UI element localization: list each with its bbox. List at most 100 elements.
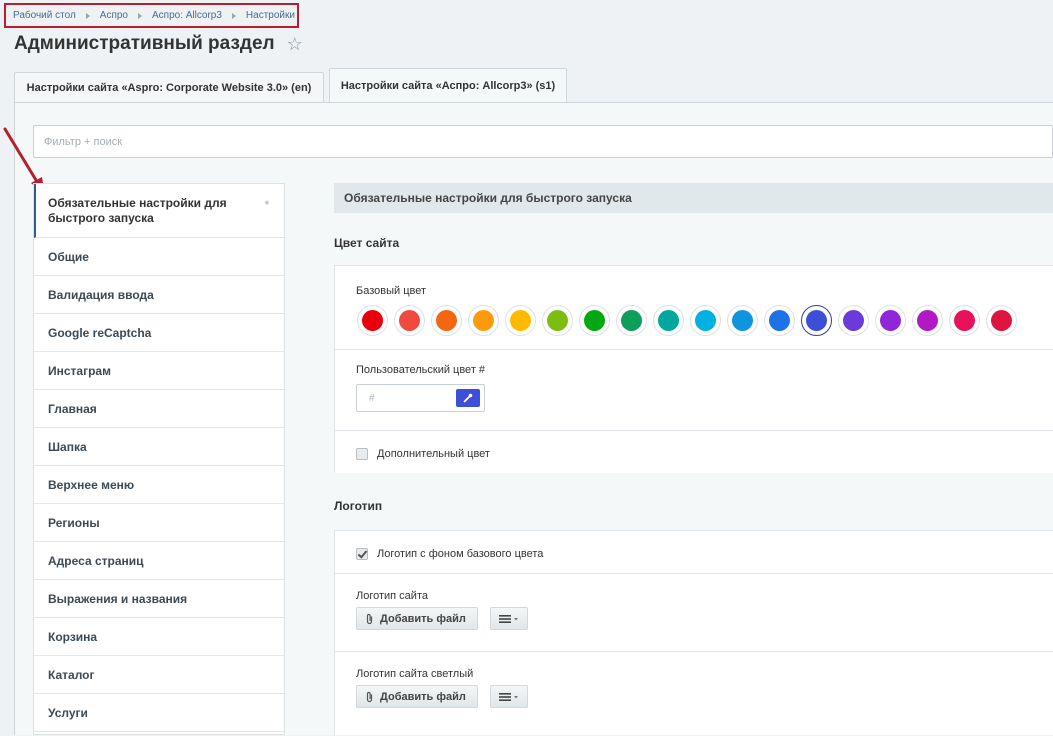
color-swatch-dot xyxy=(510,310,531,331)
sidebar-item-input-validation[interactable]: Валидация ввода xyxy=(34,276,284,314)
filter-search-input[interactable] xyxy=(42,134,1052,149)
site-logo-label: Логотип сайта xyxy=(356,590,428,602)
color-swatch[interactable] xyxy=(690,305,721,336)
color-swatch-dot xyxy=(769,310,790,331)
color-swatch[interactable] xyxy=(616,305,647,336)
color-swatch[interactable] xyxy=(394,305,425,336)
section-header: Обязательные настройки для быстрого запу… xyxy=(334,183,1053,213)
sidebar-item-cart[interactable]: Корзина xyxy=(34,618,284,656)
add-file-button-light[interactable]: Добавить файл xyxy=(356,685,478,708)
site-color-panel: Базовый цвет Пользовательский цвет # # Д… xyxy=(334,265,1053,473)
color-swatch-dot xyxy=(621,310,642,331)
color-swatch-dot xyxy=(436,310,457,331)
add-file-label: Добавить файл xyxy=(380,690,466,703)
color-swatch-dot xyxy=(695,310,716,331)
sidebar-item-top-menu[interactable]: Верхнее меню xyxy=(34,466,284,504)
sidebar-item-general[interactable]: Общие xyxy=(34,238,284,276)
color-swatch-dot xyxy=(473,310,494,331)
color-swatch[interactable] xyxy=(468,305,499,336)
color-swatches xyxy=(357,305,1023,336)
color-swatch[interactable] xyxy=(505,305,536,336)
site-logo-row: Логотип сайта Добавить файл xyxy=(335,574,1053,652)
sidebar-item-page-addresses[interactable]: Адреса страниц xyxy=(34,542,284,580)
add-file-button[interactable]: Добавить файл xyxy=(356,607,478,630)
breadcrumb-separator-icon xyxy=(85,12,90,19)
logo-bg-checkbox[interactable] xyxy=(356,548,368,560)
color-swatch-dot xyxy=(362,310,383,331)
color-swatch-dot xyxy=(991,310,1012,331)
menu-dropdown-icon xyxy=(499,614,518,623)
color-swatch-dot xyxy=(917,310,938,331)
logo-bg-label: Логотип с фоном базового цвета xyxy=(377,548,544,560)
color-swatch[interactable] xyxy=(801,305,832,336)
color-swatch[interactable] xyxy=(542,305,573,336)
sidebar-item-instagram[interactable]: Инстаграм xyxy=(34,352,284,390)
color-swatch[interactable] xyxy=(764,305,795,336)
tab-site-s1[interactable]: Настройки сайта «Аспро: Allcorp3» (s1) xyxy=(329,68,567,103)
paperclip-icon xyxy=(366,691,373,702)
color-swatch[interactable] xyxy=(838,305,869,336)
tab-site-en[interactable]: Настройки сайта «Aspro: Corporate Websit… xyxy=(14,72,324,102)
logo-panel: Логотип с фоном базового цвета Логотип с… xyxy=(334,530,1053,735)
additional-color-checkbox[interactable] xyxy=(356,448,368,460)
breadcrumb-item-desktop[interactable]: Рабочий стол xyxy=(13,10,76,21)
color-swatch-dot xyxy=(880,310,901,331)
site-logo-light-label: Логотип сайта светлый xyxy=(356,668,474,680)
breadcrumb-item-aspro[interactable]: Аспро xyxy=(100,10,128,21)
sidebar-item-services[interactable]: Услуги xyxy=(34,694,284,732)
sidebar-item-label: Обязательные настройки для быстрого запу… xyxy=(48,195,227,225)
menu-dropdown-icon xyxy=(499,692,518,701)
color-picker-button[interactable] xyxy=(456,389,480,407)
page-title-text: Административный раздел xyxy=(14,33,275,54)
color-swatch[interactable] xyxy=(579,305,610,336)
breadcrumb: Рабочий стол Аспро Аспро: Allcorp3 Настр… xyxy=(4,3,299,28)
site-logo-light-row: Логотип сайта светлый Добавить файл xyxy=(335,652,1053,736)
logo-title: Логотип xyxy=(334,499,383,513)
paperclip-icon xyxy=(366,613,373,624)
color-swatch[interactable] xyxy=(912,305,943,336)
color-swatch[interactable] xyxy=(357,305,388,336)
base-color-row: Базовый цвет xyxy=(335,266,1053,350)
breadcrumb-item-allcorp3[interactable]: Аспро: Allcorp3 xyxy=(152,10,222,21)
star-icon[interactable]: ☆ xyxy=(287,34,303,55)
sidebar-item-recaptcha[interactable]: Google reCaptcha xyxy=(34,314,284,352)
breadcrumb-separator-icon xyxy=(138,12,142,19)
color-swatch[interactable] xyxy=(949,305,980,336)
color-swatch-dot xyxy=(547,310,568,331)
custom-color-row: Пользовательский цвет # # xyxy=(335,350,1053,431)
logo-bg-row: Логотип с фоном базового цвета xyxy=(335,531,1053,574)
star-icon: * xyxy=(264,199,269,211)
color-swatch-dot xyxy=(954,310,975,331)
base-color-label: Базовый цвет xyxy=(356,285,427,297)
filter-search-box[interactable] xyxy=(33,125,1053,158)
eyedropper-icon xyxy=(463,393,473,403)
custom-color-placeholder: # xyxy=(369,393,375,404)
breadcrumb-item-settings[interactable]: Настройки xyxy=(246,10,295,21)
color-swatch[interactable] xyxy=(875,305,906,336)
add-file-label: Добавить файл xyxy=(380,612,466,625)
breadcrumb-separator-icon xyxy=(231,12,236,19)
sidebar-item-regions[interactable]: Регионы xyxy=(34,504,284,542)
color-swatch-dot xyxy=(658,310,679,331)
color-swatch-dot xyxy=(584,310,605,331)
additional-color-label: Дополнительный цвет xyxy=(377,448,490,460)
sidebar-item-catalog[interactable]: Каталог xyxy=(34,656,284,694)
color-swatch-dot xyxy=(399,310,420,331)
color-swatch-dot xyxy=(843,310,864,331)
custom-color-field[interactable]: # xyxy=(356,384,485,412)
sidebar-item-phrases[interactable]: Выражения и названия xyxy=(34,580,284,618)
file-menu-button-light[interactable] xyxy=(490,685,528,708)
color-swatch-dot xyxy=(732,310,753,331)
color-swatch[interactable] xyxy=(727,305,758,336)
page-title: Административный раздел ☆ xyxy=(14,33,303,55)
settings-sidebar: Обязательные настройки для быстрого запу… xyxy=(33,183,285,735)
color-swatch[interactable] xyxy=(653,305,684,336)
sidebar-item-main[interactable]: Главная xyxy=(34,390,284,428)
color-swatch[interactable] xyxy=(986,305,1017,336)
site-color-title: Цвет сайта xyxy=(334,236,400,250)
color-swatch-dot xyxy=(806,310,827,331)
file-menu-button[interactable] xyxy=(490,607,528,630)
sidebar-item-header[interactable]: Шапка xyxy=(34,428,284,466)
color-swatch[interactable] xyxy=(431,305,462,336)
sidebar-item-quick-start[interactable]: Обязательные настройки для быстрого запу… xyxy=(34,184,284,238)
